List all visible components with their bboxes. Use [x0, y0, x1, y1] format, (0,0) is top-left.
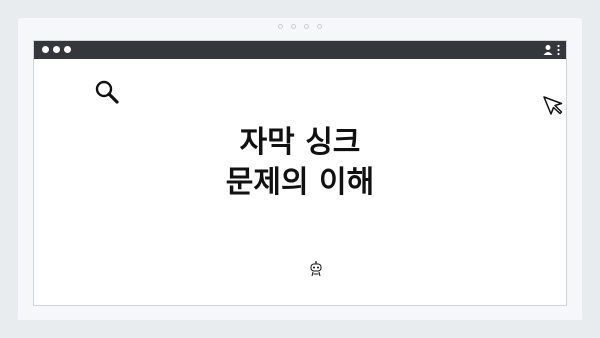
- slide-title: 자막 싱크 문제의 이해: [34, 123, 566, 203]
- page-dot: [304, 24, 309, 29]
- title-line-1: 자막 싱크: [239, 125, 361, 160]
- search-icon: [95, 80, 119, 104]
- cursor-icon: [543, 96, 563, 115]
- close-dot[interactable]: [42, 46, 49, 53]
- page-dot: [317, 24, 322, 29]
- minimize-dot[interactable]: [53, 46, 60, 53]
- outer-frame: 자막 싱크 문제의 이해: [18, 18, 582, 320]
- page-dot: [291, 24, 296, 29]
- titlebar-actions: [543, 44, 560, 56]
- title-line-2: 문제의 이해: [225, 165, 375, 200]
- browser-window: 자막 싱크 문제의 이해: [33, 40, 567, 306]
- slide-content: 자막 싱크 문제의 이해: [34, 59, 566, 305]
- user-icon[interactable]: [543, 44, 553, 56]
- kebab-menu-icon[interactable]: [557, 44, 560, 56]
- maximize-dot[interactable]: [64, 46, 71, 53]
- window-controls: [42, 46, 71, 53]
- robot-icon: [310, 261, 322, 277]
- page-indicator: [18, 24, 582, 29]
- page-dot: [278, 24, 283, 29]
- window-titlebar: [34, 41, 566, 59]
